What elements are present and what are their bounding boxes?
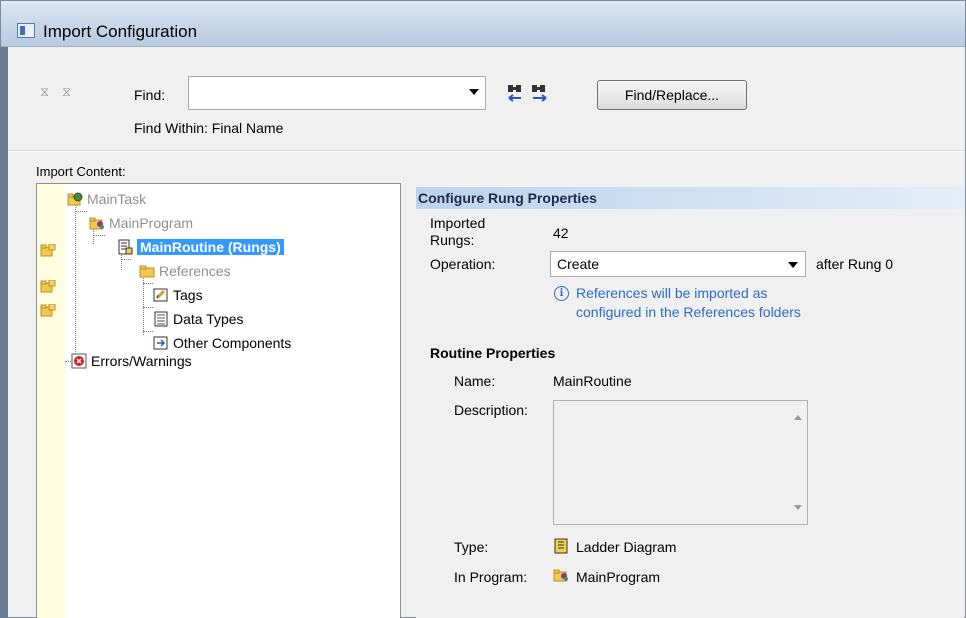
tree-item-mainroutine[interactable]: MainRoutine (Rungs) xyxy=(117,238,284,256)
import-content-tree[interactable]: MainTask MainProgram MainRoutine (Rungs)… xyxy=(36,183,401,618)
chevron-down-icon[interactable] xyxy=(469,89,479,95)
tree-connector xyxy=(143,283,153,284)
operation-suffix: after Rung 0 xyxy=(816,256,894,272)
tags-icon xyxy=(153,288,168,302)
folder-icon xyxy=(139,265,155,278)
tree-item-references[interactable]: References xyxy=(139,262,231,280)
imported-rungs-label: Imported Rungs: xyxy=(430,215,485,249)
window-app-icon xyxy=(17,23,35,38)
window-title: Import Configuration xyxy=(43,22,198,41)
tree-item-label: MainProgram xyxy=(109,215,194,231)
collision-folder-icon xyxy=(40,244,56,257)
tree-item-label: MainRoutine (Rungs) xyxy=(137,239,284,255)
tree-item-label: Other Components xyxy=(173,335,292,351)
tree-item-label: MainTask xyxy=(87,191,147,207)
imported-rungs-label-line2: Rungs: xyxy=(430,232,475,248)
tree-item-label: Errors/Warnings xyxy=(91,353,192,369)
imported-rungs-label-line1: Imported xyxy=(430,215,486,231)
tree-item-errors-warnings[interactable]: Errors/Warnings xyxy=(71,352,192,370)
data-types-icon xyxy=(154,311,168,327)
ladder-diagram-icon xyxy=(554,538,568,554)
left-edge-shade xyxy=(0,47,8,618)
find-next-icon[interactable] xyxy=(530,82,552,104)
name-label: Name: xyxy=(454,373,496,389)
tree-item-tags[interactable]: Tags xyxy=(153,286,203,304)
find-label: Find: xyxy=(134,87,166,103)
scroll-down-icon[interactable] xyxy=(794,505,802,510)
program-icon xyxy=(553,569,568,582)
find-replace-button[interactable]: Find/Replace... xyxy=(597,80,747,110)
error-icon xyxy=(71,353,87,369)
find-input[interactable] xyxy=(188,76,486,110)
type-value: Ladder Diagram xyxy=(576,539,677,555)
filter-icon[interactable]: ⧖ xyxy=(40,85,54,99)
find-previous-icon[interactable] xyxy=(506,82,528,104)
operation-selected-value: Create xyxy=(557,256,600,272)
clear-filter-icon[interactable]: ⧖ xyxy=(62,85,76,99)
tree-item-data-types[interactable]: Data Types xyxy=(153,310,244,328)
tree-item-label: Data Types xyxy=(173,311,244,327)
tree-connector xyxy=(121,259,131,260)
other-components-icon xyxy=(153,336,168,350)
operation-label: Operation: xyxy=(430,256,496,272)
imported-rungs-value: 42 xyxy=(553,225,569,241)
info-note: References will be imported as configure… xyxy=(576,284,801,322)
collision-folder-icon xyxy=(40,280,56,293)
configure-rung-properties-panel: Configure Rung Properties Imported Rungs… xyxy=(416,183,964,618)
tree-item-maintask[interactable]: MainTask xyxy=(67,190,146,208)
tree-item-other-components[interactable]: Other Components xyxy=(153,334,291,352)
description-scrollbar[interactable] xyxy=(789,401,807,524)
type-label: Type: xyxy=(454,539,489,555)
tree-status-gutter xyxy=(37,184,65,618)
tree-item-mainprogram[interactable]: MainProgram xyxy=(89,214,193,232)
in-program-value: MainProgram xyxy=(576,569,661,585)
tree-item-label: Tags xyxy=(173,287,203,303)
operation-select[interactable]: Create xyxy=(550,251,806,277)
tree-connector xyxy=(75,211,87,212)
tree-connector xyxy=(143,331,153,332)
info-icon: i xyxy=(554,286,569,301)
tree-item-label: References xyxy=(159,263,231,279)
info-note-line2: configured in the References folders xyxy=(576,304,801,320)
description-label: Description: xyxy=(454,402,528,418)
description-field[interactable] xyxy=(553,400,808,525)
tree-connector xyxy=(75,202,76,362)
in-program-label: In Program: xyxy=(454,569,528,585)
routine-icon xyxy=(118,239,133,255)
routine-properties-title: Routine Properties xyxy=(430,345,556,361)
panel-header: Configure Rung Properties xyxy=(416,187,964,209)
title-bar[interactable]: Import Configuration xyxy=(1,1,965,47)
import-content-label: Import Content: xyxy=(36,164,126,179)
scroll-up-icon[interactable] xyxy=(794,415,802,420)
info-note-line1: References will be imported as xyxy=(576,285,768,301)
separator-highlight xyxy=(8,151,964,152)
collision-folder-icon xyxy=(40,304,56,317)
program-icon xyxy=(89,217,104,230)
name-value: MainRoutine xyxy=(553,373,632,389)
chevron-down-icon[interactable] xyxy=(788,262,798,268)
find-within-label: Find Within: Final Name xyxy=(134,120,284,136)
tree-connector xyxy=(93,235,105,236)
tree-connector xyxy=(143,307,153,308)
task-folder-icon xyxy=(67,192,83,206)
